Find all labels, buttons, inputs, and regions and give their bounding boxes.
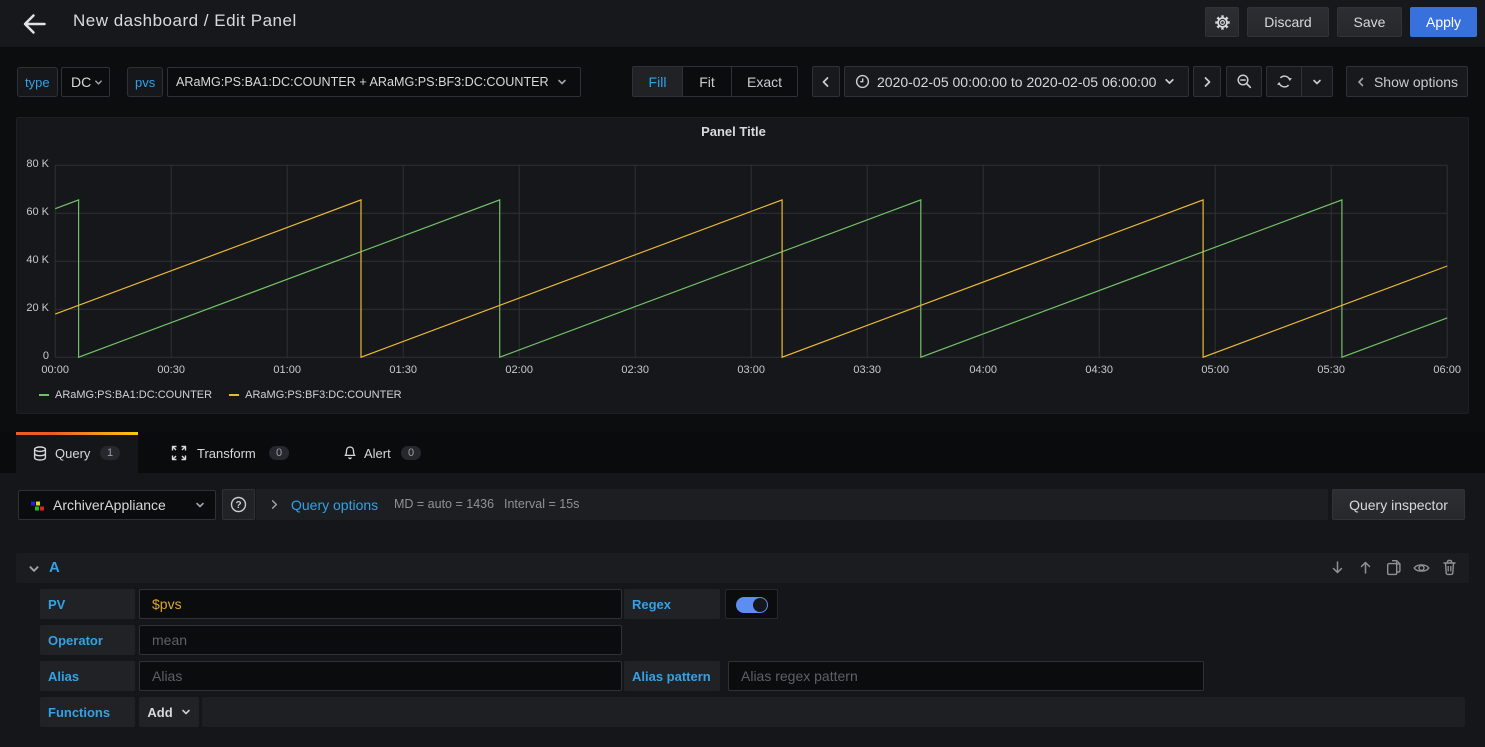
- svg-text:?: ?: [235, 500, 241, 511]
